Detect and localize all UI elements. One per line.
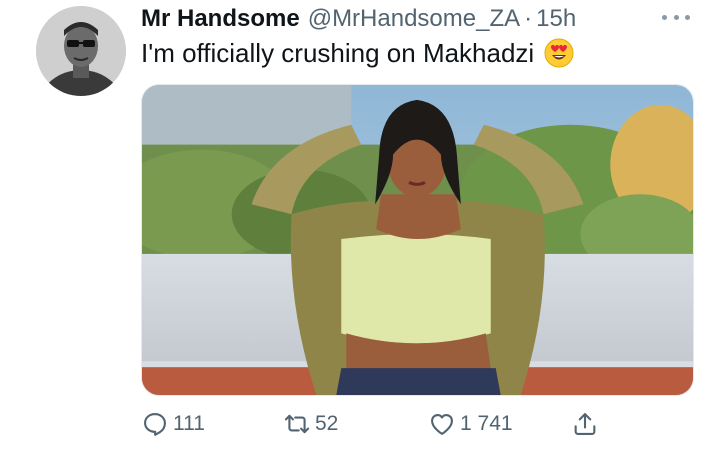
more-dot	[685, 14, 690, 20]
heart-icon	[431, 413, 453, 435]
tweet[interactable]: Mr Handsome @MrHandsome_ZA · 15h I'm off…	[0, 0, 720, 455]
reply-icon	[144, 413, 166, 436]
tweet-body: I'm officially crushing on Makhadzi	[141, 38, 535, 68]
photo-image	[142, 85, 693, 395]
like-count: 1 741	[460, 412, 513, 435]
reply-count: 111	[173, 412, 205, 435]
display-name[interactable]: Mr Handsome	[141, 4, 300, 34]
separator-dot: ·	[524, 5, 533, 32]
more-icon[interactable]	[662, 10, 690, 24]
retweet-icon	[284, 414, 310, 434]
tweet-text: I'm officially crushing on Makhadzi	[141, 37, 574, 69]
retweet-button[interactable]: 52	[283, 406, 338, 442]
user-handle[interactable]: @MrHandsome_ZA	[308, 4, 520, 34]
reply-button[interactable]: 111	[141, 406, 205, 442]
heart-eyes-emoji-icon	[544, 38, 574, 68]
tweet-header: Mr Handsome @MrHandsome_ZA · 15h	[141, 4, 640, 34]
avatar[interactable]	[36, 6, 126, 96]
share-icon	[574, 413, 596, 435]
share-button[interactable]	[571, 406, 599, 442]
avatar-image	[36, 6, 126, 96]
retweet-count: 52	[315, 412, 339, 435]
timestamp[interactable]: 15h	[536, 4, 576, 34]
tweet-actions: 111 52 1 741	[141, 406, 611, 442]
tweet-photo[interactable]	[141, 84, 694, 396]
like-button[interactable]: 1 741	[428, 406, 513, 442]
more-dot	[673, 14, 679, 20]
more-dot	[662, 14, 667, 20]
